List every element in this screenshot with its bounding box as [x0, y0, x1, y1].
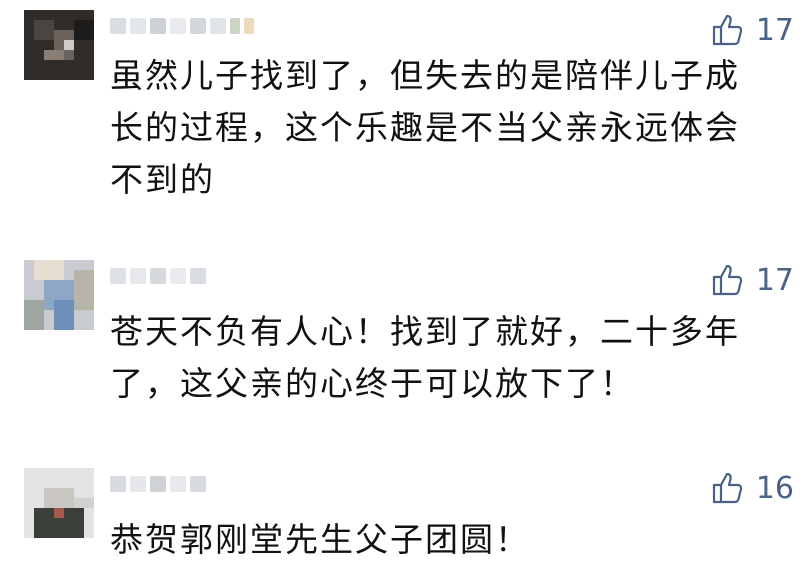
comment-text: 虽然儿子找到了，但失去的是陪伴儿子成 长的过程，这个乐趣是不当父亲永远体会 不到…	[110, 56, 740, 199]
like-button[interactable]: 16	[710, 470, 794, 506]
like-count: 17	[755, 12, 794, 48]
comment-item: 17 虽然儿子找到了，但失去的是陪伴儿子成 长的过程，这个乐趣是不当父亲永远体会…	[0, 6, 812, 206]
like-button[interactable]: 17	[710, 262, 794, 298]
comment-text: 苍天不负有人心！找到了就好，二十多年 了，这父亲的心终于可以放下了！	[110, 312, 740, 403]
avatar[interactable]	[24, 260, 94, 330]
avatar[interactable]	[24, 468, 94, 538]
like-count: 16	[755, 470, 794, 506]
thumbs-up-icon	[712, 264, 743, 296]
like-count: 17	[755, 262, 794, 298]
comment-item: 16 恭贺郭刚堂先生父子团圆！	[0, 464, 812, 566]
comment-item: 17 苍天不负有人心！找到了就好，二十多年 了，这父亲的心终于可以放下了！	[0, 256, 812, 426]
comment-text: 恭贺郭刚堂先生父子团圆！	[110, 520, 530, 559]
thumbs-up-icon	[712, 472, 743, 504]
avatar[interactable]	[24, 10, 94, 80]
thumbs-up-icon	[712, 14, 743, 46]
like-button[interactable]: 17	[710, 12, 794, 48]
nickname-blurred[interactable]	[110, 260, 206, 292]
nickname-blurred[interactable]	[110, 10, 254, 42]
nickname-blurred[interactable]	[110, 468, 206, 500]
